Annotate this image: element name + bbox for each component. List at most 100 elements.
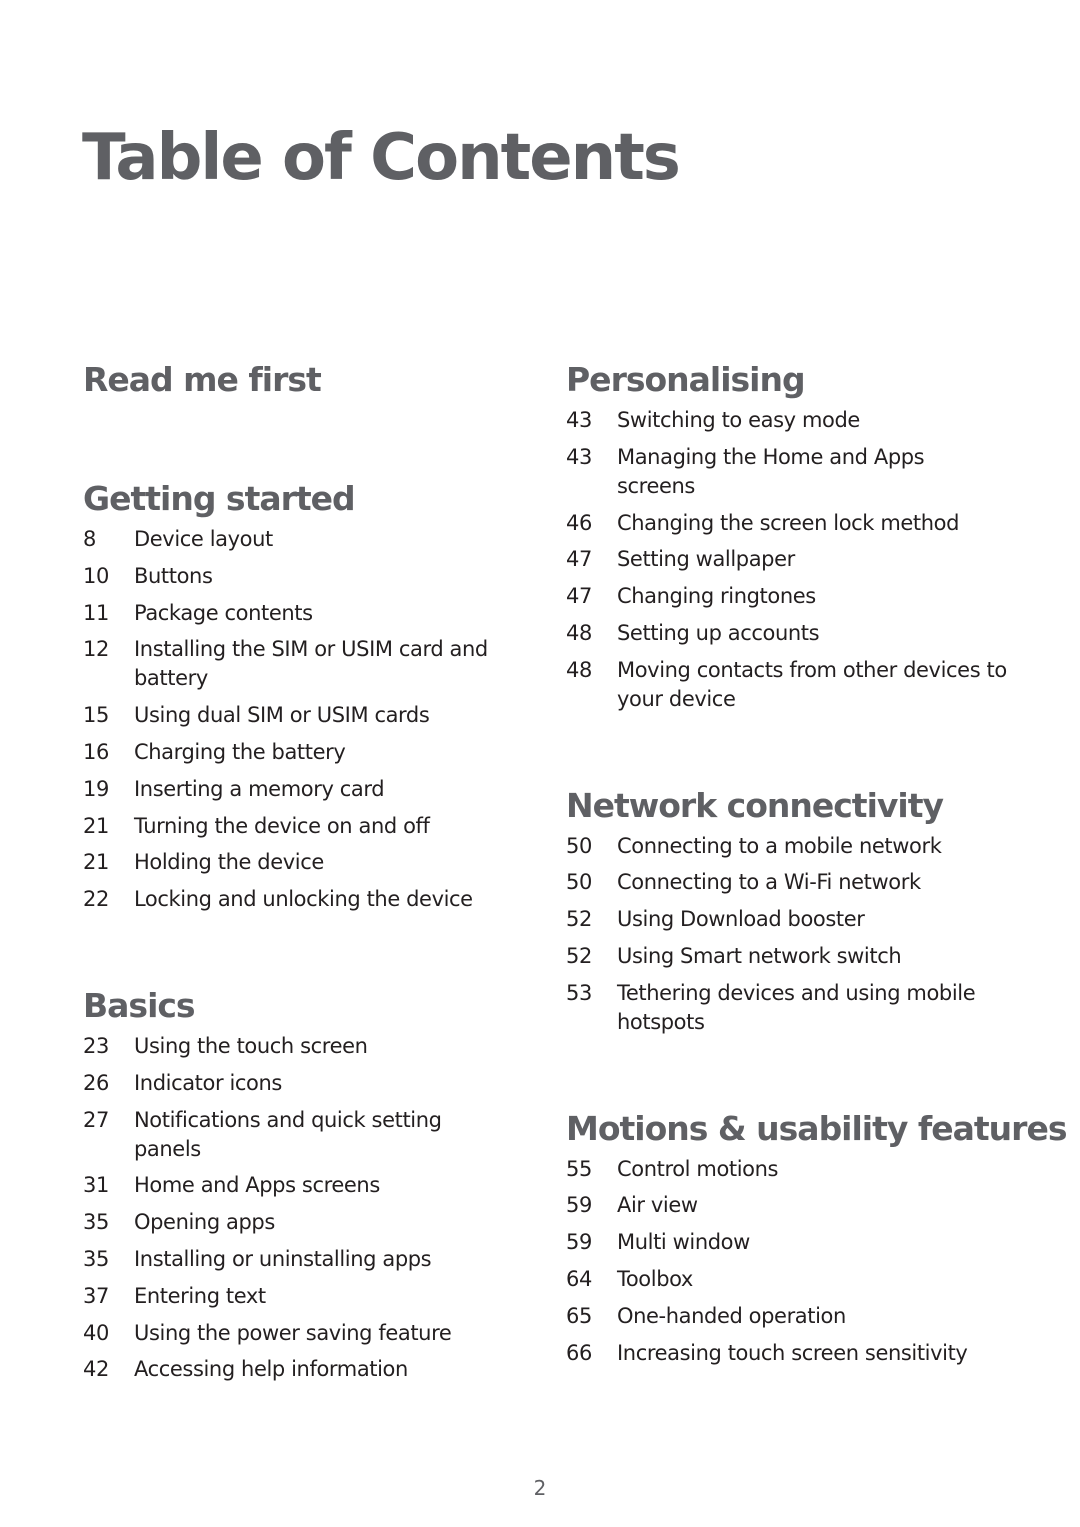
toc-entry[interactable]: 40 Using the power saving feature xyxy=(83,1319,533,1348)
entry-page-number: 65 xyxy=(566,1303,592,1328)
entry-title[interactable]: Accessing help information xyxy=(134,1355,514,1384)
entry-title[interactable]: Entering text xyxy=(134,1282,514,1311)
entry-list: 43 Switching to easy mode 43 Managing the … xyxy=(566,406,1026,714)
toc-entry[interactable]: 22 Locking and unlocking the device xyxy=(83,885,533,914)
entry-title[interactable]: Using Smart network switch xyxy=(617,942,1007,971)
toc-entry[interactable]: 53 Tethering devices and using mobile hot… xyxy=(566,979,1026,1037)
toc-entry[interactable]: 27 Notifications and quick setting panels xyxy=(83,1106,533,1164)
entry-title[interactable]: Using Download booster xyxy=(617,905,1007,934)
toc-entry[interactable]: 47 Changing ringtones xyxy=(566,582,1026,611)
toc-entry[interactable]: 50 Connecting to a mobile network xyxy=(566,832,1026,861)
entry-page-number: 12 xyxy=(83,637,109,662)
entry-title[interactable]: Locking and unlocking the device xyxy=(134,885,514,914)
entry-title[interactable]: Connecting to a Wi-Fi network xyxy=(617,868,1007,897)
entry-title[interactable]: Control motions xyxy=(617,1155,1007,1184)
entry-page-number: 47 xyxy=(566,584,592,609)
toc-entry[interactable]: 31 Home and Apps screens xyxy=(83,1171,533,1200)
toc-entry[interactable]: 52 Using Smart network switch xyxy=(566,942,1026,971)
entry-page-number: 52 xyxy=(566,907,592,932)
entry-title[interactable]: Holding the device xyxy=(134,848,514,877)
toc-entry[interactable]: 11 Package contents xyxy=(83,599,533,628)
section-heading[interactable]: Network connectivity xyxy=(566,784,1026,828)
toc-entry[interactable]: 37 Entering text xyxy=(83,1282,533,1311)
section-heading[interactable]: Getting started xyxy=(83,477,533,521)
toc-entry[interactable]: 48 Setting up accounts xyxy=(566,619,1026,648)
entry-title[interactable]: Moving contacts from other devices to yo… xyxy=(617,656,1007,714)
toc-entry[interactable]: 46 Changing the screen lock method xyxy=(566,509,1026,538)
section-heading[interactable]: Read me first xyxy=(83,358,533,402)
entry-title[interactable]: Buttons xyxy=(134,562,514,591)
entry-page-number: 26 xyxy=(83,1070,109,1095)
entry-title[interactable]: Managing the Home and Apps screens xyxy=(617,443,1007,501)
entry-title[interactable]: Tethering devices and using mobile hotsp… xyxy=(617,979,1007,1037)
entry-page-number: 47 xyxy=(566,547,592,572)
entry-title[interactable]: Package contents xyxy=(134,599,514,628)
entry-page-number: 64 xyxy=(566,1266,592,1291)
entry-title[interactable]: Home and Apps screens xyxy=(134,1171,514,1200)
toc-entry[interactable]: 66 Increasing touch screen sensitivity xyxy=(566,1339,1026,1368)
toc-entry[interactable]: 59 Air view xyxy=(566,1191,1026,1220)
entry-title[interactable]: Using dual SIM or USIM cards xyxy=(134,701,514,730)
toc-entry[interactable]: 52 Using Download booster xyxy=(566,905,1026,934)
entry-page-number: 31 xyxy=(83,1173,109,1198)
entry-title[interactable]: One-handed operation xyxy=(617,1302,1007,1331)
toc-entry[interactable]: 19 Inserting a memory card xyxy=(83,775,533,804)
entry-title[interactable]: Setting up accounts xyxy=(617,619,1007,648)
entry-title[interactable]: Turning the device on and off xyxy=(134,812,514,841)
page-number: 2 xyxy=(533,1476,547,1500)
entry-title[interactable]: Installing the SIM or USIM card and batt… xyxy=(134,635,514,693)
toc-entry[interactable]: 26 Indicator icons xyxy=(83,1069,533,1098)
entry-page-number: 43 xyxy=(566,444,592,469)
entry-title[interactable]: Switching to easy mode xyxy=(617,406,1007,435)
entry-page-number: 48 xyxy=(566,657,592,682)
entry-title[interactable]: Toolbox xyxy=(617,1265,1007,1294)
entry-title[interactable]: Air view xyxy=(617,1191,1007,1220)
toc-entry[interactable]: 23 Using the touch screen xyxy=(83,1032,533,1061)
toc-entry[interactable]: 59 Multi window xyxy=(566,1228,1026,1257)
section-heading[interactable]: Motions & usability features xyxy=(566,1107,1067,1151)
toc-entry[interactable]: 43 Switching to easy mode xyxy=(566,406,1026,435)
toc-entry[interactable]: 65 One-handed operation xyxy=(566,1302,1026,1331)
toc-entry[interactable]: 47 Setting wallpaper xyxy=(566,545,1026,574)
toc-entry[interactable]: 8 Device layout xyxy=(83,525,533,554)
toc-entry[interactable]: 21 Turning the device on and off xyxy=(83,812,533,841)
toc-entry[interactable]: 35 Installing or uninstalling apps xyxy=(83,1245,533,1274)
toc-entry[interactable]: 15 Using dual SIM or USIM cards xyxy=(83,701,533,730)
entry-page-number: 15 xyxy=(83,703,109,728)
section-heading[interactable]: Personalising xyxy=(566,358,1026,402)
toc-entry[interactable]: 10 Buttons xyxy=(83,562,533,591)
entry-title[interactable]: Installing or uninstalling apps xyxy=(134,1245,514,1274)
toc-entry[interactable]: 42 Accessing help information xyxy=(83,1355,533,1384)
entry-title[interactable]: Using the power saving feature xyxy=(134,1319,514,1348)
toc-entry[interactable]: 55 Control motions xyxy=(566,1155,1026,1184)
toc-entry[interactable]: 48 Moving contacts from other devices to … xyxy=(566,656,1026,714)
entry-title[interactable]: Changing ringtones xyxy=(617,582,1007,611)
toc-entry[interactable]: 12 Installing the SIM or USIM card and ba… xyxy=(83,635,533,693)
entry-page-number: 10 xyxy=(83,563,109,588)
entry-page-number: 50 xyxy=(566,833,592,858)
entry-title[interactable]: Charging the battery xyxy=(134,738,514,767)
entry-title[interactable]: Notifications and quick setting panels xyxy=(134,1106,514,1164)
toc-left-column: Read me first Getting started 8 Device la… xyxy=(83,358,533,1392)
entry-title[interactable]: Setting wallpaper xyxy=(617,545,1007,574)
entry-title[interactable]: Device layout xyxy=(134,525,514,554)
entry-title[interactable]: Inserting a memory card xyxy=(134,775,514,804)
toc-entry[interactable]: 35 Opening apps xyxy=(83,1208,533,1237)
entry-title[interactable]: Opening apps xyxy=(134,1208,514,1237)
toc-entry[interactable]: 16 Charging the battery xyxy=(83,738,533,767)
toc-entry[interactable]: 50 Connecting to a Wi-Fi network xyxy=(566,868,1026,897)
entry-title[interactable]: Multi window xyxy=(617,1228,1007,1257)
toc-entry[interactable]: 21 Holding the device xyxy=(83,848,533,877)
toc-entry[interactable]: 43 Managing the Home and Apps screens xyxy=(566,443,1026,501)
entry-title[interactable]: Changing the screen lock method xyxy=(617,509,1007,538)
entry-title[interactable]: Using the touch screen xyxy=(134,1032,514,1061)
entry-page-number: 21 xyxy=(83,813,109,838)
entry-page-number: 22 xyxy=(83,887,109,912)
section-heading[interactable]: Basics xyxy=(83,984,533,1028)
entry-list: 8 Device layout 10 Buttons 11 Package conte… xyxy=(83,525,533,914)
entry-title[interactable]: Increasing touch screen sensitivity xyxy=(617,1339,1007,1368)
entry-title[interactable]: Connecting to a mobile network xyxy=(617,832,1007,861)
entry-title[interactable]: Indicator icons xyxy=(134,1069,514,1098)
toc-entry[interactable]: 64 Toolbox xyxy=(566,1265,1026,1294)
section-read-me-first: Read me first xyxy=(83,358,533,402)
